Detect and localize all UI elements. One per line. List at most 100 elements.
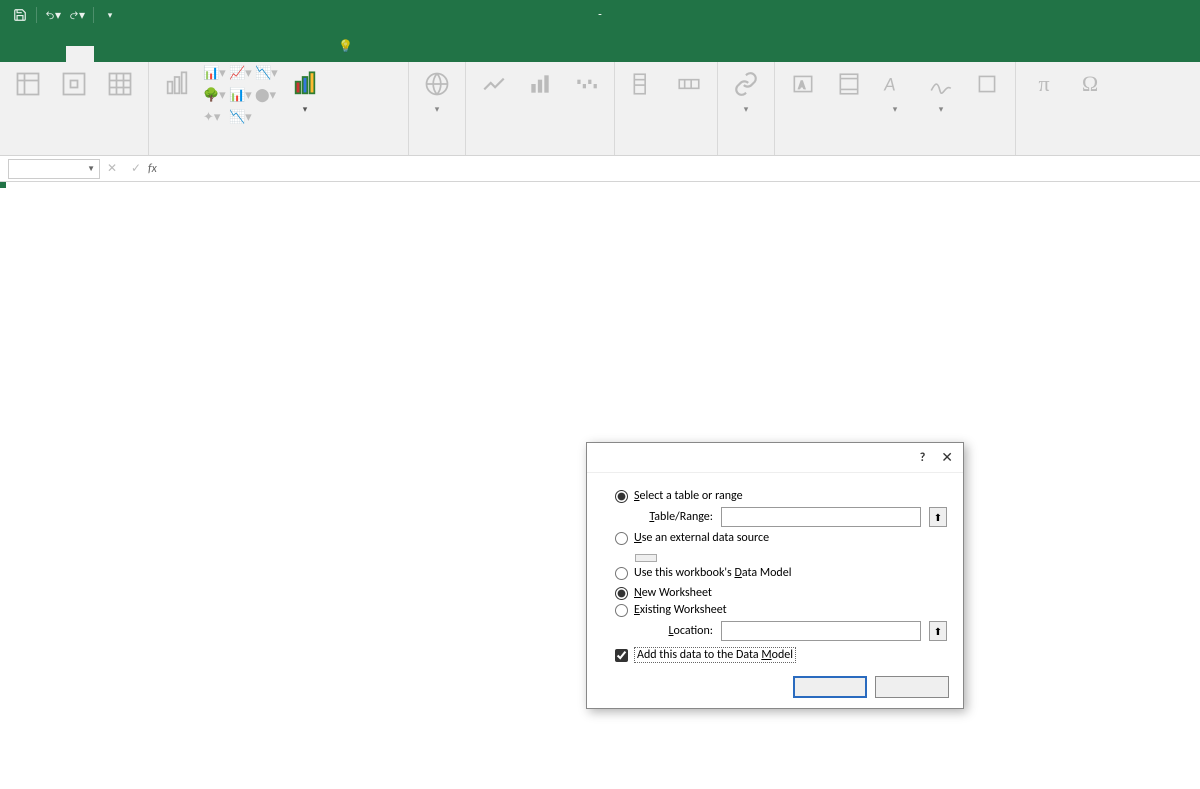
collapse-dialog-icon[interactable]: ⬆ xyxy=(929,507,947,527)
redo-icon[interactable]: ▾ xyxy=(69,7,85,23)
sparkline-column-button[interactable] xyxy=(520,66,560,104)
group-filters xyxy=(615,62,718,155)
object-button[interactable] xyxy=(967,66,1007,104)
chart-gallery-item[interactable]: ⬤▾ xyxy=(255,88,279,108)
close-icon[interactable]: ✕ xyxy=(941,449,953,466)
quick-access-toolbar: ▾ ▾ ▾ xyxy=(0,7,118,23)
group-label xyxy=(783,151,1007,155)
create-pivottable-dialog: ? ✕ Select a table or range Table/Range:… xyxy=(586,442,964,709)
signature-icon xyxy=(925,68,957,100)
choose-connection-button xyxy=(635,554,657,562)
tab-home[interactable] xyxy=(38,46,66,62)
tab-file[interactable] xyxy=(10,46,38,62)
group-links: ▾ xyxy=(718,62,775,155)
group-tours: ▾ xyxy=(409,62,466,155)
name-box[interactable]: ▼ xyxy=(8,159,100,179)
svg-text:A: A xyxy=(799,78,806,91)
headerfooter-icon xyxy=(833,68,865,100)
tell-me[interactable]: 💡 xyxy=(338,39,359,62)
chevron-down-icon[interactable]: ▼ xyxy=(87,164,95,174)
radio-external-source[interactable]: Use an external data source xyxy=(615,531,949,545)
formula-input[interactable] xyxy=(165,161,1200,176)
recommended-charts-button[interactable] xyxy=(157,66,197,104)
sparkline-wl-icon xyxy=(570,68,602,100)
recommended-pivottables-button[interactable] xyxy=(54,66,94,104)
object-icon xyxy=(971,68,1003,100)
charts-icon xyxy=(161,68,193,100)
timeline-button[interactable] xyxy=(669,66,709,104)
link-button[interactable]: ▾ xyxy=(726,66,766,117)
sparkline-line-button[interactable] xyxy=(474,66,514,104)
location-input[interactable] xyxy=(721,621,921,641)
slicer-icon xyxy=(627,68,659,100)
label-table-range: Table/Range: xyxy=(635,510,713,524)
tab-page-layout[interactable] xyxy=(94,46,122,62)
tab-help[interactable] xyxy=(234,46,262,62)
group-charts: 📊▾ 📈▾ 📉▾ 🌳▾ 📊▾ ⬤▾ ✦▾ 📉▾ ▾ xyxy=(149,62,409,155)
svg-text:A: A xyxy=(883,73,895,97)
collapse-dialog-icon[interactable]: ⬆ xyxy=(929,621,947,641)
tab-data[interactable] xyxy=(150,46,178,62)
textbox-icon: A xyxy=(787,68,819,100)
slicer-button[interactable] xyxy=(623,66,663,104)
tab-formulas[interactable] xyxy=(122,46,150,62)
chart-gallery-item[interactable]: ✦▾ xyxy=(203,110,227,130)
table-range-input[interactable] xyxy=(721,507,921,527)
omega-icon: Ω xyxy=(1074,68,1106,100)
customize-qat-icon[interactable]: ▾ xyxy=(102,7,118,23)
group-label xyxy=(726,151,766,155)
chart-gallery-item[interactable]: 📈▾ xyxy=(229,66,253,86)
help-icon[interactable]: ? xyxy=(920,451,926,465)
pivottable-button[interactable] xyxy=(8,66,48,104)
group-label xyxy=(8,151,140,155)
chart-gallery-item[interactable]: 🌳▾ xyxy=(203,88,227,108)
undo-icon[interactable]: ▾ xyxy=(45,7,61,23)
group-symbols: π Ω xyxy=(1016,62,1118,155)
tab-review[interactable] xyxy=(178,46,206,62)
table-button[interactable] xyxy=(100,66,140,104)
ribbon: 📊▾ 📈▾ 📉▾ 🌳▾ 📊▾ ⬤▾ ✦▾ 📉▾ ▾ ▾ xyxy=(0,62,1200,156)
headerfooter-button[interactable] xyxy=(829,66,869,104)
label-location: Location: xyxy=(635,624,713,638)
chart-gallery-item[interactable]: 📉▾ xyxy=(229,110,253,130)
group-label xyxy=(623,151,709,155)
title-bar: ▾ ▾ ▾ - xyxy=(0,0,1200,30)
signature-button[interactable]: ▾ xyxy=(921,66,961,117)
cancel-button[interactable] xyxy=(875,676,949,698)
group-label xyxy=(157,151,400,155)
group-text: A A▾ ▾ xyxy=(775,62,1016,155)
pivotchart-button[interactable]: ▾ xyxy=(285,66,325,117)
link-icon xyxy=(730,68,762,100)
save-icon[interactable] xyxy=(12,7,28,23)
chart-gallery-item[interactable]: 📉▾ xyxy=(255,66,279,86)
textbox-button[interactable]: A xyxy=(783,66,823,104)
sparkline-winloss-button[interactable] xyxy=(566,66,606,104)
radio-existing-worksheet[interactable]: Existing Worksheet xyxy=(615,603,949,617)
group-sparklines xyxy=(466,62,615,155)
recommended-pivot-icon xyxy=(58,68,90,100)
fill-handle[interactable] xyxy=(0,182,6,188)
chart-gallery-item[interactable]: 📊▾ xyxy=(229,88,253,108)
3dmap-button[interactable]: ▾ xyxy=(417,66,457,117)
wordart-button[interactable]: A▾ xyxy=(875,66,915,117)
pivotchart-icon xyxy=(289,68,321,100)
globe-icon xyxy=(421,68,453,100)
checkbox-add-data-model[interactable]: Add this data to the Data Model xyxy=(615,647,949,663)
tab-power-pivot[interactable] xyxy=(290,46,318,62)
radio-select-range[interactable]: Select a table or range xyxy=(615,489,949,503)
radio-data-model[interactable]: Use this workbook's Data Model xyxy=(615,566,949,580)
cancel-icon[interactable]: ✕ xyxy=(100,161,124,176)
window-title: - xyxy=(590,8,610,22)
timeline-icon xyxy=(673,68,705,100)
tab-foxit-pdf[interactable] xyxy=(262,46,290,62)
symbol-button[interactable]: Ω xyxy=(1070,66,1110,104)
group-label xyxy=(417,151,457,155)
tab-insert[interactable] xyxy=(66,46,94,62)
fx-icon[interactable]: fx xyxy=(148,162,157,176)
tab-view[interactable] xyxy=(206,46,234,62)
enter-icon[interactable]: ✓ xyxy=(124,161,148,176)
radio-new-worksheet[interactable]: New Worksheet xyxy=(615,586,949,600)
chart-gallery-item[interactable]: 📊▾ xyxy=(203,66,227,86)
equation-button[interactable]: π xyxy=(1024,66,1064,104)
ok-button[interactable] xyxy=(793,676,867,698)
